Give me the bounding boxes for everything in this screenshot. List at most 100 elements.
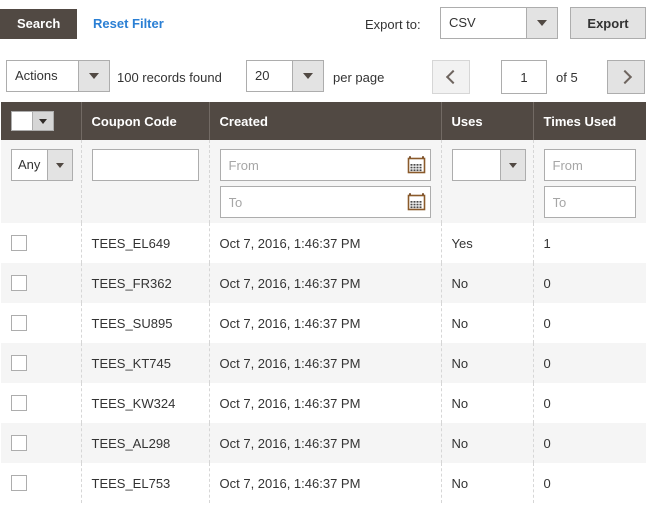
grid-body: Any — [1, 140, 646, 503]
cell-coupon-code: TEES_FR362 — [81, 263, 209, 303]
reset-filter-link[interactable]: Reset Filter — [93, 16, 164, 31]
uses-filter-select[interactable] — [452, 149, 526, 181]
cell-uses: No — [441, 343, 533, 383]
export-format-select[interactable]: CSV — [440, 7, 558, 39]
row-select-cell — [1, 383, 81, 423]
cell-uses: No — [441, 303, 533, 343]
cell-created: Oct 7, 2016, 1:46:37 PM — [209, 223, 441, 263]
row-checkbox[interactable] — [11, 395, 27, 411]
cell-created: Oct 7, 2016, 1:46:37 PM — [209, 423, 441, 463]
cell-coupon-code: TEES_KT745 — [81, 343, 209, 383]
table-row[interactable]: TEES_KT745 Oct 7, 2016, 1:46:37 PM No 0 — [1, 343, 646, 383]
row-checkbox[interactable] — [11, 355, 27, 371]
filter-cell-uses — [441, 140, 533, 223]
chevron-left-icon — [445, 70, 459, 84]
table-row[interactable]: TEES_AL298 Oct 7, 2016, 1:46:37 PM No 0 — [1, 423, 646, 463]
chevron-right-icon — [617, 70, 631, 84]
times-used-to-input[interactable] — [544, 186, 637, 218]
cell-coupon-code: TEES_EL649 — [81, 223, 209, 263]
column-header-uses[interactable]: Uses — [441, 102, 533, 140]
cell-created: Oct 7, 2016, 1:46:37 PM — [209, 263, 441, 303]
table-row[interactable]: TEES_EL649 Oct 7, 2016, 1:46:37 PM Yes 1 — [1, 223, 646, 263]
row-checkbox[interactable] — [11, 235, 27, 251]
column-header-created[interactable]: Created — [209, 102, 441, 140]
filter-cell-coupon-code — [81, 140, 209, 223]
search-toolbar: Search Reset Filter Export to: CSV Expor… — [0, 0, 647, 48]
table-row[interactable]: TEES_EL753 Oct 7, 2016, 1:46:37 PM No 0 — [1, 463, 646, 503]
cell-coupon-code: TEES_SU895 — [81, 303, 209, 343]
created-to-input[interactable] — [220, 186, 431, 218]
chevron-down-icon — [78, 61, 109, 91]
filter-cell-created — [209, 140, 441, 223]
export-to-label: Export to: — [365, 17, 421, 32]
chevron-down-icon — [47, 150, 72, 180]
row-select-cell — [1, 303, 81, 343]
actions-select[interactable]: Actions — [6, 60, 110, 92]
cell-uses: No — [441, 263, 533, 303]
filter-cell-times-used — [533, 140, 646, 223]
export-format-value: CSV — [441, 8, 526, 38]
actions-value: Actions — [7, 61, 78, 91]
chevron-down-icon[interactable] — [32, 112, 53, 130]
total-pages-label: of 5 — [556, 70, 578, 85]
times-used-to-wrapper — [544, 186, 637, 218]
cell-times-used: 0 — [533, 303, 646, 343]
select-all-dropdown[interactable] — [11, 111, 54, 131]
column-header-select — [1, 102, 81, 140]
column-header-times-used[interactable]: Times Used — [533, 102, 646, 140]
cell-times-used: 1 — [533, 223, 646, 263]
row-select-cell — [1, 223, 81, 263]
row-checkbox[interactable] — [11, 315, 27, 331]
cell-times-used: 0 — [533, 343, 646, 383]
cell-coupon-code: TEES_KW324 — [81, 383, 209, 423]
table-row[interactable]: TEES_KW324 Oct 7, 2016, 1:46:37 PM No 0 — [1, 383, 646, 423]
cell-times-used: 0 — [533, 263, 646, 303]
mass-select-filter[interactable]: Any — [11, 149, 73, 181]
row-checkbox[interactable] — [11, 475, 27, 491]
times-used-from-input[interactable] — [544, 149, 637, 181]
previous-page-button[interactable] — [432, 60, 470, 94]
export-button[interactable]: Export — [570, 7, 646, 39]
cell-times-used: 0 — [533, 463, 646, 503]
page-number-input[interactable] — [501, 60, 547, 94]
chevron-down-icon — [500, 150, 525, 180]
table-row[interactable]: TEES_SU895 Oct 7, 2016, 1:46:37 PM No 0 — [1, 303, 646, 343]
cell-coupon-code: TEES_EL753 — [81, 463, 209, 503]
next-page-button[interactable] — [607, 60, 645, 94]
uses-filter-value — [453, 150, 500, 180]
grid-filter-row: Any — [1, 140, 646, 223]
mass-select-value: Any — [12, 150, 47, 180]
cell-created: Oct 7, 2016, 1:46:37 PM — [209, 383, 441, 423]
cell-created: Oct 7, 2016, 1:46:37 PM — [209, 463, 441, 503]
row-select-cell — [1, 263, 81, 303]
cell-created: Oct 7, 2016, 1:46:37 PM — [209, 343, 441, 383]
coupons-grid: Coupon Code Created Uses Times Used Any — [1, 102, 646, 503]
per-page-label: per page — [333, 70, 384, 85]
per-page-value: 20 — [247, 61, 292, 91]
times-used-from-wrapper — [544, 149, 637, 181]
chevron-down-icon — [292, 61, 323, 91]
select-all-checkbox[interactable] — [12, 112, 32, 130]
cell-uses: No — [441, 383, 533, 423]
column-header-coupon-code[interactable]: Coupon Code — [81, 102, 209, 140]
row-checkbox[interactable] — [11, 275, 27, 291]
created-to-wrapper — [220, 186, 431, 218]
cell-uses: No — [441, 463, 533, 503]
calendar-icon[interactable] — [407, 155, 426, 174]
calendar-icon[interactable] — [407, 192, 426, 211]
row-checkbox[interactable] — [11, 435, 27, 451]
coupon-code-filter-input[interactable] — [92, 149, 199, 181]
row-select-cell — [1, 463, 81, 503]
search-button[interactable]: Search — [0, 9, 77, 39]
cell-times-used: 0 — [533, 383, 646, 423]
table-row[interactable]: TEES_FR362 Oct 7, 2016, 1:46:37 PM No 0 — [1, 263, 646, 303]
per-page-select[interactable]: 20 — [246, 60, 324, 92]
cell-times-used: 0 — [533, 423, 646, 463]
created-from-input[interactable] — [220, 149, 431, 181]
filter-cell-select: Any — [1, 140, 81, 223]
cell-created: Oct 7, 2016, 1:46:37 PM — [209, 303, 441, 343]
row-select-cell — [1, 343, 81, 383]
cell-uses: Yes — [441, 223, 533, 263]
cell-coupon-code: TEES_AL298 — [81, 423, 209, 463]
grid-header-row: Coupon Code Created Uses Times Used — [1, 102, 646, 140]
